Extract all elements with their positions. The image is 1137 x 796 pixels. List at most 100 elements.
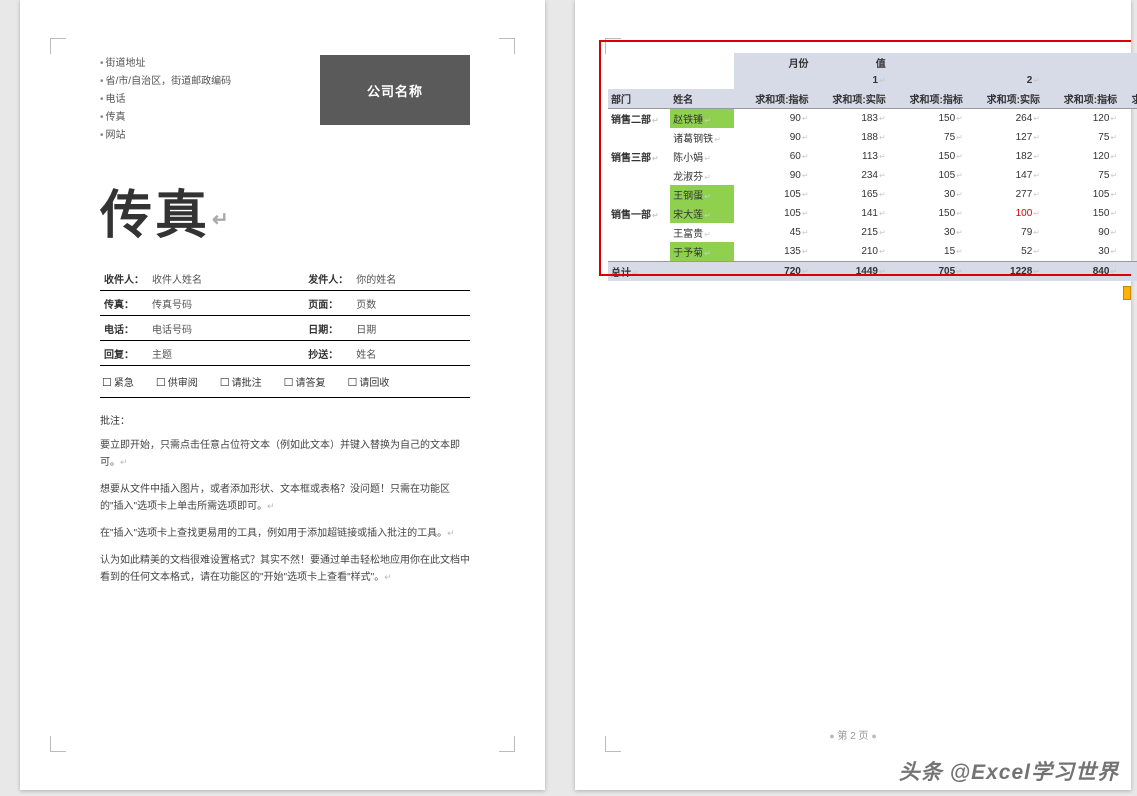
value-cell: 165 — [812, 185, 889, 204]
value-cell: 45 — [734, 223, 811, 242]
sender-address-block[interactable]: 街道地址 省/市/自治区，街道邮政编码 电话 传真 网站 — [100, 55, 320, 145]
value-cell — [1120, 166, 1137, 185]
pages-label: 页面： — [290, 291, 352, 316]
actual-header-trunc: 求和项:实 — [1120, 89, 1137, 109]
dept-cell: 销售三部 — [608, 147, 670, 166]
total-cell: 1449 — [812, 262, 889, 282]
paragraph-mark-icon: ↵ — [120, 457, 128, 467]
value-cell: 105 — [734, 204, 811, 223]
check-comment[interactable]: 请批注 — [220, 374, 262, 389]
date-field[interactable]: 日期 — [352, 316, 470, 341]
document-title[interactable]: 传真↵ — [100, 173, 470, 248]
value-cell: 120 — [1043, 109, 1120, 129]
value-cell: 150 — [1043, 204, 1120, 223]
col-group-month: 月份 — [734, 53, 811, 72]
page-1: 街道地址 省/市/自治区，街道邮政编码 电话 传真 网站 公司名称 传真↵ 收件… — [20, 0, 545, 790]
value-cell: 234 — [812, 166, 889, 185]
month-header-3: 3 — [1043, 72, 1137, 89]
value-cell: 215 — [812, 223, 889, 242]
crop-mark — [499, 38, 515, 54]
addr-line[interactable]: 街道地址 — [100, 55, 320, 73]
check-reply[interactable]: 请答复 — [284, 374, 326, 389]
body-para[interactable]: 想要从文件中插入图片，或者添加形状、文本框或表格？没问题！只需在功能区的"插入"… — [100, 481, 470, 515]
value-cell: 30 — [889, 185, 966, 204]
total-cell: 12 — [1120, 262, 1137, 282]
target-header: 求和项:指标 — [889, 89, 966, 109]
to-label: 收件人： — [100, 266, 148, 291]
pages-field[interactable]: 页数 — [352, 291, 470, 316]
body-text[interactable]: 要立即开始，只需点击任意占位符文本（例如此文本）并键入替换为自己的文本即可。↵ … — [100, 437, 470, 586]
reply-field[interactable]: 主题 — [148, 341, 290, 366]
cc-field[interactable]: 姓名 — [352, 341, 470, 366]
phone-field[interactable]: 电话号码 — [148, 316, 290, 341]
actual-header: 求和项:实际 — [812, 89, 889, 109]
page-number: ● 第 2 页 ● — [829, 727, 877, 742]
body-para[interactable]: 认为如此精美的文档很难设置格式？其实不然！要通过单击轻松地应用你在此文档中看到的… — [100, 552, 470, 586]
crop-mark — [50, 38, 66, 54]
dept-header: 部门 — [608, 89, 670, 109]
name-cell: 陈小娟 — [670, 147, 734, 166]
value-cell: 147 — [966, 166, 1043, 185]
value-cell: 141 — [812, 204, 889, 223]
dept-cell — [608, 185, 670, 204]
value-cell: 90 — [734, 166, 811, 185]
body-para[interactable]: 要立即开始，只需点击任意占位符文本（例如此文本）并键入替换为自己的文本即可。↵ — [100, 437, 470, 471]
title-text: 传真 — [100, 187, 210, 245]
addr-line[interactable]: 电话 — [100, 91, 320, 109]
value-cell: 1 — [1120, 109, 1137, 129]
value-cell: 183 — [812, 109, 889, 129]
crop-mark — [605, 736, 621, 752]
addr-line[interactable]: 省/市/自治区，街道邮政编码 — [100, 73, 320, 91]
value-cell: 100 — [966, 204, 1043, 223]
value-cell: 150 — [889, 204, 966, 223]
total-cell: 1228 — [966, 262, 1043, 282]
crop-mark — [499, 736, 515, 752]
col-group-value: 值 — [812, 53, 889, 72]
value-cell: 113 — [812, 147, 889, 166]
addr-line[interactable]: 传真 — [100, 109, 320, 127]
crop-mark — [605, 38, 621, 54]
value-cell: 150 — [889, 147, 966, 166]
value-cell: 15 — [889, 242, 966, 262]
from-field[interactable]: 你的姓名 — [352, 266, 470, 291]
body-para[interactable]: 在"插入"选项卡上查找更易用的工具，例如用于添加超链接或插入批注的工具。↵ — [100, 525, 470, 542]
to-field[interactable]: 收件人姓名 — [148, 266, 290, 291]
check-recycle[interactable]: 请回收 — [348, 374, 390, 389]
value-cell: 79 — [966, 223, 1043, 242]
paragraph-mark-icon: ↵ — [384, 572, 392, 582]
total-label: 总计 — [608, 262, 734, 282]
name-cell: 诸葛钢铁 — [670, 128, 734, 147]
total-cell: 840 — [1043, 262, 1120, 282]
total-cell: 705 — [889, 262, 966, 282]
name-cell: 龙淑芬 — [670, 166, 734, 185]
fax-field[interactable]: 传真号码 — [148, 291, 290, 316]
value-cell: 120 — [1043, 147, 1120, 166]
name-cell: 赵铁锤 — [670, 109, 734, 129]
value-cell: 30 — [889, 223, 966, 242]
value-cell: 264 — [966, 109, 1043, 129]
value-cell: 90 — [1043, 223, 1120, 242]
value-cell: 60 — [734, 147, 811, 166]
value-cell: 2 — [1120, 204, 1137, 223]
dept-cell — [608, 223, 670, 242]
checkbox-row: 紧急 供审阅 请批注 请答复 请回收 — [100, 366, 470, 398]
value-cell: 105 — [889, 166, 966, 185]
value-cell: 1 — [1120, 147, 1137, 166]
paragraph-mark-icon: ↵ — [212, 209, 232, 231]
check-urgent[interactable]: 紧急 — [102, 374, 134, 389]
value-cell: 75 — [1043, 166, 1120, 185]
value-cell: 150 — [889, 109, 966, 129]
value-cell: 2 — [1120, 242, 1137, 262]
watermark-text: 头条 @Excel学习世界 — [899, 756, 1119, 786]
value-cell: 105 — [1043, 185, 1120, 204]
total-cell: 720 — [734, 262, 811, 282]
pivot-table[interactable]: 月份 值 1 2 3 部门 姓名 求和项:指标 求和项:实际 求和项:指标 求和… — [608, 53, 1137, 281]
cc-label: 抄送： — [290, 341, 352, 366]
value-cell: 52 — [966, 242, 1043, 262]
fax-fields-table: 收件人： 收件人姓名 发件人： 你的姓名 传真： 传真号码 页面： 页数 电话：… — [100, 266, 470, 366]
reply-label: 回复： — [100, 341, 148, 366]
check-review[interactable]: 供审阅 — [156, 374, 198, 389]
company-logo-placeholder[interactable]: 公司名称 — [320, 55, 470, 125]
addr-line[interactable]: 网站 — [100, 127, 320, 145]
ruler-indent-marker[interactable] — [1123, 286, 1131, 300]
